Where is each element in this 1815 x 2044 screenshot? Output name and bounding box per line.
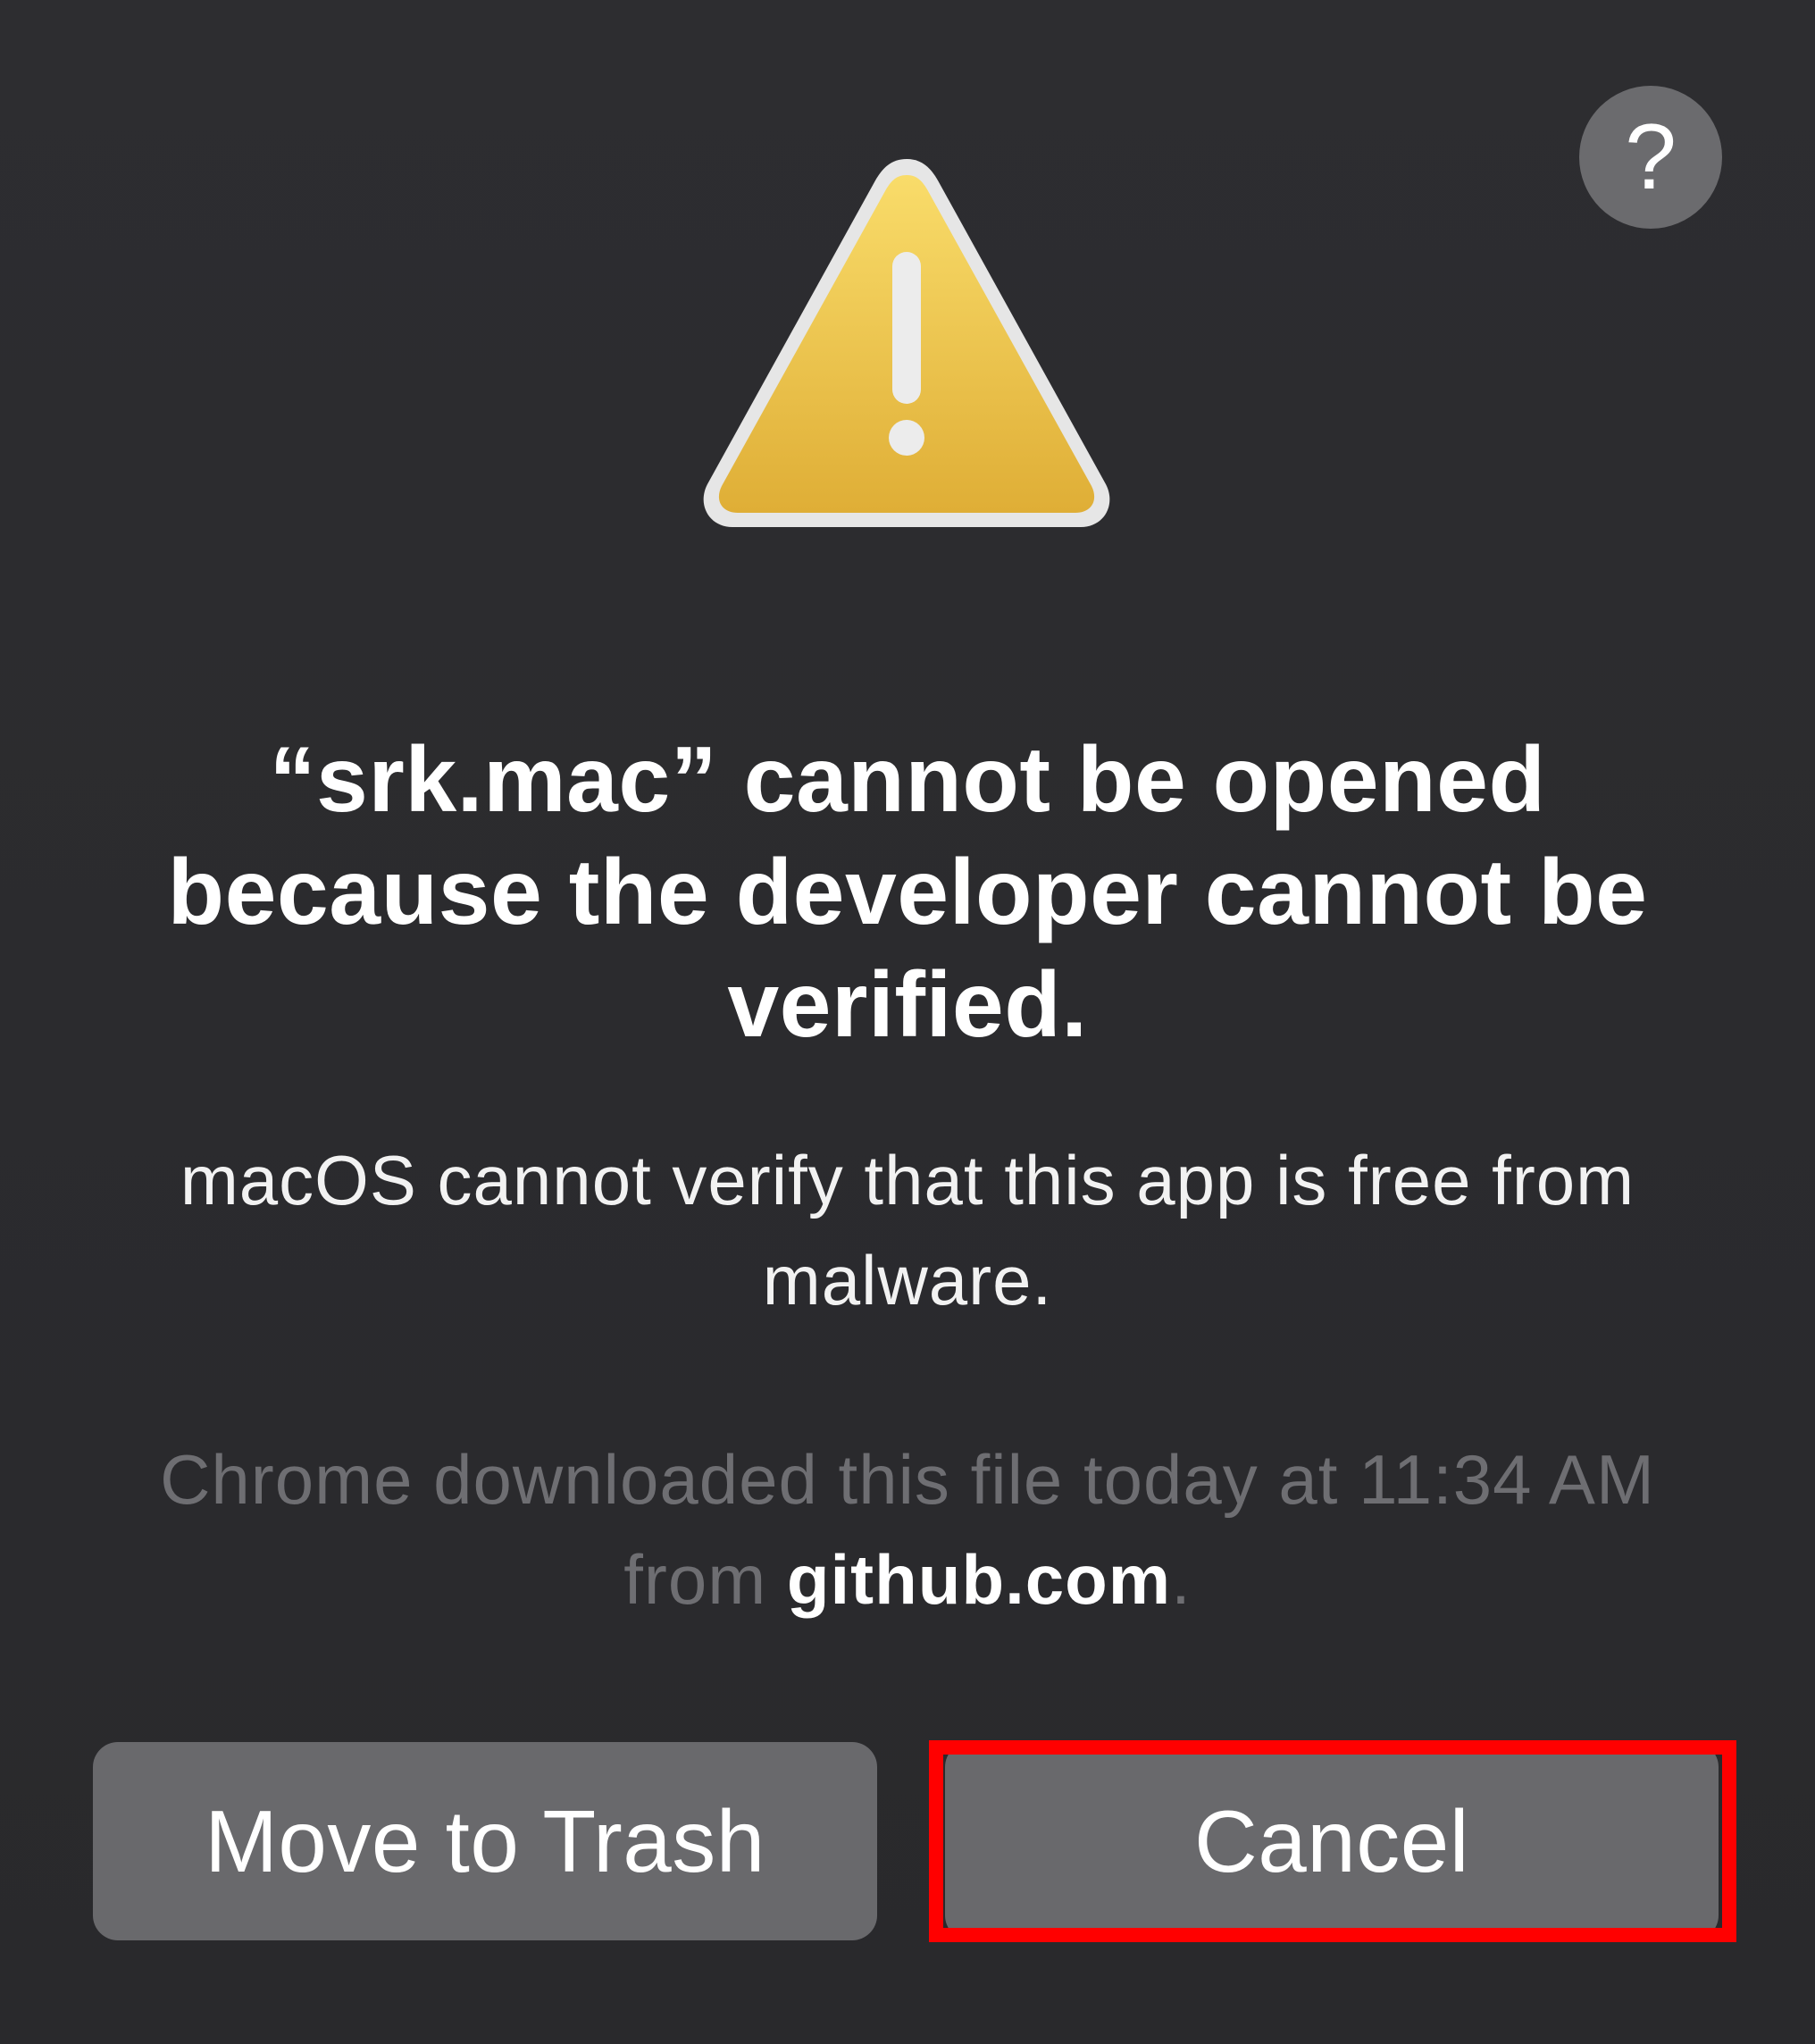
download-source-domain: github.com — [786, 1540, 1172, 1619]
download-source-text: Chrome downloaded this file today at 11:… — [89, 1429, 1726, 1629]
move-to-trash-label: Move to Trash — [205, 1791, 765, 1890]
cancel-label: Cancel — [1193, 1791, 1470, 1890]
dialog-message: macOS cannot verify that this app is fre… — [180, 1141, 1635, 1319]
alert-dialog: ? “srk.mac” cannot be opened because the… — [0, 0, 1815, 2044]
cancel-button[interactable]: Cancel — [945, 1742, 1719, 1940]
question-mark-icon: ? — [1625, 105, 1677, 209]
move-to-trash-button[interactable]: Move to Trash — [93, 1742, 877, 1940]
help-button[interactable]: ? — [1579, 86, 1722, 229]
download-source-suffix: . — [1171, 1540, 1192, 1619]
warning-triangle-icon — [703, 159, 1110, 527]
dialog-title: “srk.mac” cannot be opened because the d… — [167, 728, 1648, 1057]
